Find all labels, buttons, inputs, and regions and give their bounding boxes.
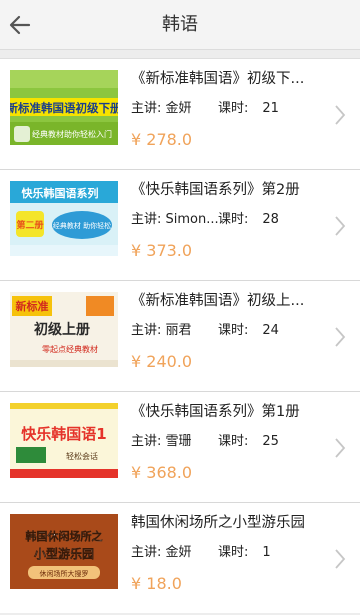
svg-text:经典教材助你轻松入门: 经典教材助你轻松入门 (32, 129, 112, 139)
course-cover-image: 快乐韩国语1 轻松会话 (10, 403, 118, 478)
course-item[interactable]: 新标准 初级上册 零起点经典教材 《新标准韩国语》初级上... 主讲: 丽君 课… (0, 280, 360, 391)
chevron-right-icon (335, 438, 346, 458)
lessons-count: 课时: 21 (218, 101, 279, 116)
svg-text:初级上册: 初级上册 (34, 321, 90, 338)
app-header: 韩语 (0, 0, 360, 50)
chevron-right-icon (335, 105, 346, 125)
lessons-count: 课时: 24 (218, 323, 279, 338)
page-title: 韩语 (162, 14, 198, 35)
teacher-label: 主讲: 金妍 (131, 545, 192, 560)
course-title: 韩国休闲场所之小型游乐园 (131, 515, 305, 531)
teacher-label: 主讲: 雪珊 (131, 434, 192, 449)
back-button[interactable] (0, 0, 40, 50)
course-title: 《新标准韩国语》初级下... (131, 71, 305, 87)
svg-text:轻松会话: 轻松会话 (66, 451, 98, 461)
course-price: ¥ 373.0 (131, 241, 193, 260)
svg-text:第二册: 第二册 (16, 219, 43, 231)
svg-text:新标准: 新标准 (16, 299, 49, 313)
teacher-label: 主讲: Simon... (131, 212, 219, 227)
course-title: 《快乐韩国语系列》第1册 (131, 404, 300, 420)
svg-text:快乐韩国语系列: 快乐韩国语系列 (21, 186, 99, 200)
svg-text:经典教材 助你轻松: 经典教材 助你轻松 (53, 221, 111, 230)
svg-text:休闲场所大搜罗: 休闲场所大搜罗 (40, 569, 89, 578)
lessons-count: 课时: 28 (218, 212, 279, 227)
svg-text:小型游乐园: 小型游乐园 (34, 546, 94, 561)
course-title: 《快乐韩国语系列》第2册 (131, 182, 300, 198)
svg-text:韩国休闲场所之: 韩国休闲场所之 (26, 529, 103, 543)
course-item[interactable]: 快乐韩国语1 轻松会话 《快乐韩国语系列》第1册 主讲: 雪珊 课时: 25 ¥ … (0, 391, 360, 502)
course-item[interactable]: 新标准韩国语初级下册 经典教材助你轻松入门 《新标准韩国语》初级下... 主讲:… (0, 58, 360, 169)
course-cover-image: 新标准韩国语初级下册 经典教材助你轻松入门 (10, 70, 118, 145)
chevron-right-icon (335, 549, 346, 569)
chevron-right-icon (335, 327, 346, 347)
teacher-label: 主讲: 金妍 (131, 101, 192, 116)
svg-text:零起点经典教材: 零起点经典教材 (42, 344, 98, 354)
course-price: ¥ 278.0 (131, 130, 193, 149)
svg-text:快乐韩国语1: 快乐韩国语1 (21, 425, 106, 443)
course-list: 新标准韩国语初级下册 经典教材助你轻松入门 《新标准韩国语》初级下... 主讲:… (0, 58, 360, 613)
chevron-right-icon (335, 216, 346, 236)
course-title: 《新标准韩国语》初级上... (131, 293, 305, 309)
course-cover-image: 快乐韩国语系列 第二册 经典教材 助你轻松 (10, 181, 118, 256)
course-item[interactable]: 韩国休闲场所之 小型游乐园 休闲场所大搜罗 韩国休闲场所之小型游乐园 主讲: 金… (0, 502, 360, 613)
course-price: ¥ 240.0 (131, 352, 193, 371)
lessons-count: 课时: 1 (218, 545, 271, 560)
arrow-left-icon (9, 15, 31, 35)
svg-text:新标准韩国语初级下册: 新标准韩国语初级下册 (10, 101, 118, 115)
course-item[interactable]: 快乐韩国语系列 第二册 经典教材 助你轻松 《快乐韩国语系列》第2册 主讲: S… (0, 169, 360, 280)
course-price: ¥ 18.0 (131, 574, 182, 593)
course-cover-image: 韩国休闲场所之 小型游乐园 休闲场所大搜罗 (10, 514, 118, 589)
lessons-count: 课时: 25 (218, 434, 279, 449)
course-cover-image: 新标准 初级上册 零起点经典教材 (10, 292, 118, 367)
teacher-label: 主讲: 丽君 (131, 323, 192, 338)
course-price: ¥ 368.0 (131, 463, 193, 482)
